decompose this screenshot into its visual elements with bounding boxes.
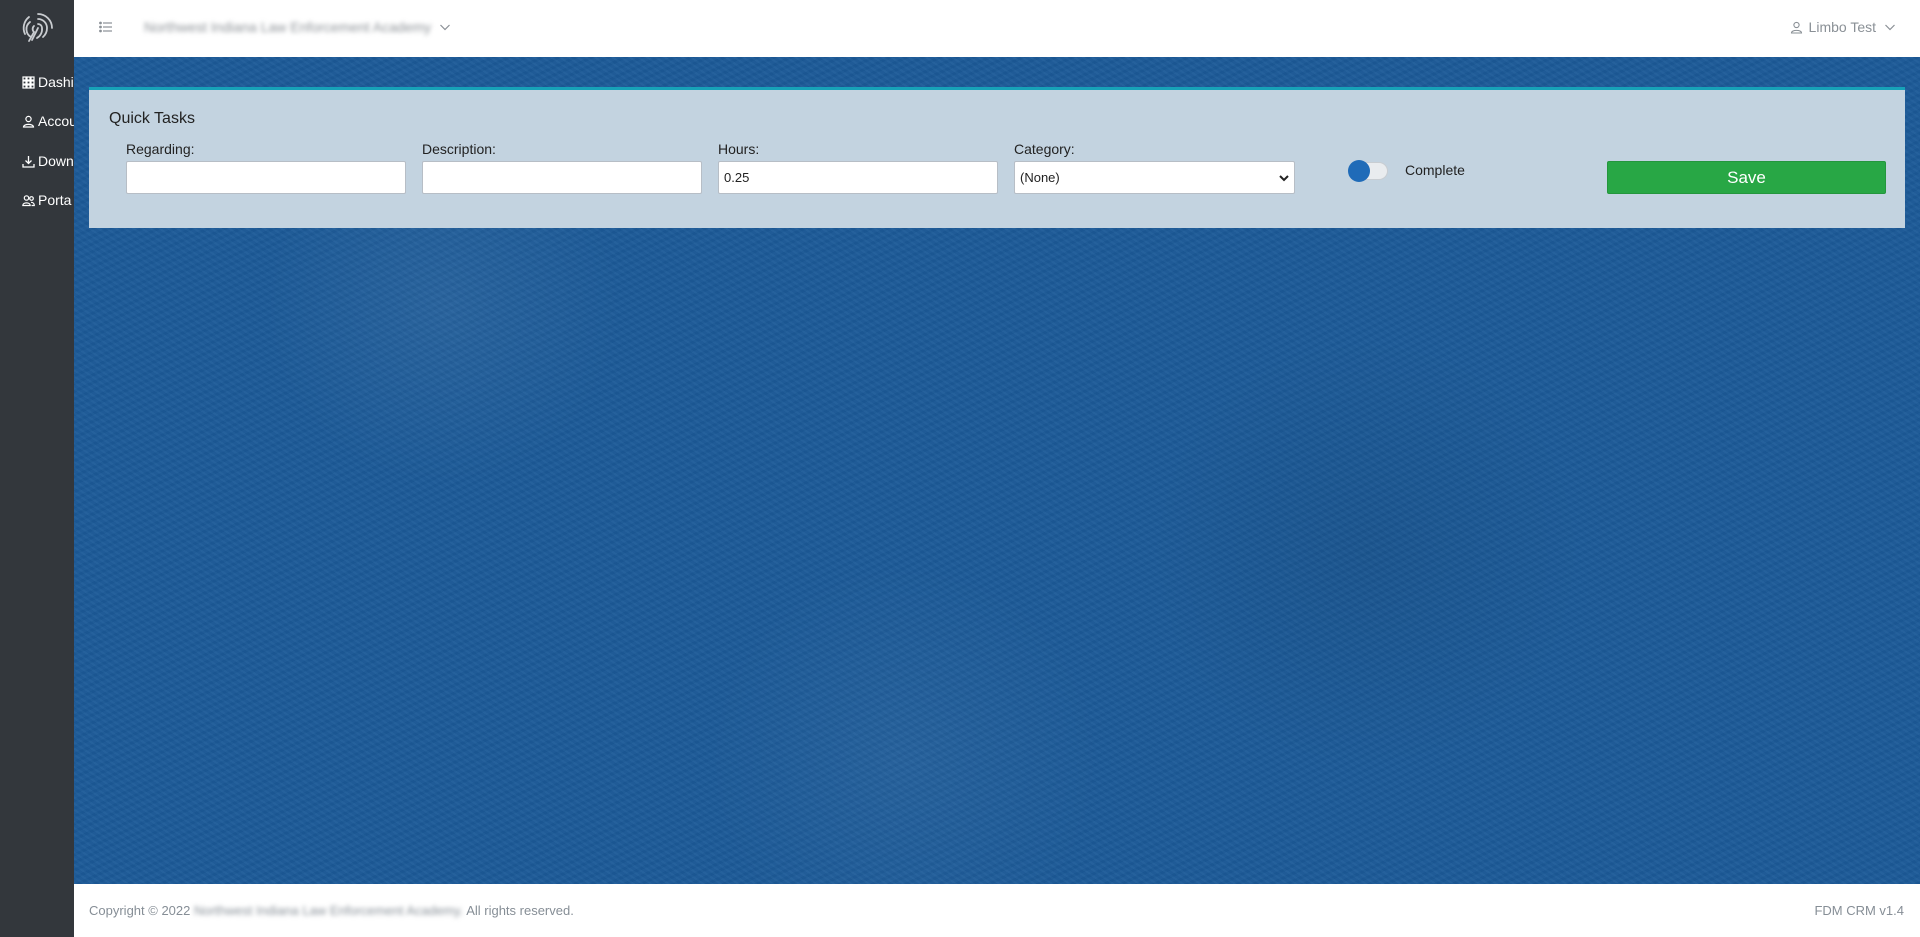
description-input[interactable]: [422, 161, 702, 194]
chevron-down-icon: [440, 24, 451, 31]
quick-tasks-panel: Quick Tasks Regarding: Description: Hour…: [89, 87, 1905, 228]
panel-title: Quick Tasks: [109, 110, 195, 127]
category-label: Category:: [1014, 141, 1075, 157]
main-content: Quick Tasks Regarding: Description: Hour…: [74, 57, 1920, 884]
menu-toggle-icon[interactable]: [98, 19, 114, 35]
sidebar-item-label: Accou: [38, 113, 74, 129]
chevron-down-icon: [1279, 175, 1289, 182]
sidebar-item-portal[interactable]: Porta: [22, 188, 71, 212]
fingerprint-icon[interactable]: [20, 10, 56, 46]
sidebar-item-label: Dashi: [38, 74, 74, 90]
organization-selector[interactable]: Northwest Indiana Law Enforcement Academ…: [144, 17, 451, 37]
complete-toggle[interactable]: [1348, 160, 1388, 182]
footer: Copyright © 2022 Northwest Indiana Law E…: [74, 884, 1920, 937]
user-name: Limbo Test: [1808, 19, 1876, 35]
download-icon: [22, 155, 35, 168]
copyright-text: Copyright © 2022 Northwest Indiana Law E…: [89, 903, 574, 918]
sidebar-item-label: Down: [38, 153, 74, 169]
hours-input[interactable]: [718, 161, 998, 194]
complete-label: Complete: [1405, 162, 1465, 178]
copyright-prefix: Copyright © 2022: [89, 903, 191, 918]
description-label: Description:: [422, 141, 496, 157]
top-bar: Northwest Indiana Law Enforcement Academ…: [74, 0, 1920, 57]
organization-name: Northwest Indiana Law Enforcement Academ…: [144, 19, 432, 35]
category-selected-value: (None): [1020, 170, 1060, 185]
sidebar-item-account[interactable]: Accou: [22, 109, 74, 133]
grid-icon: [22, 75, 35, 89]
regarding-label: Regarding:: [126, 141, 195, 157]
version-text: FDM CRM v1.4: [1814, 903, 1904, 918]
sidebar-item-dashboard[interactable]: Dashi: [22, 70, 74, 94]
user-icon: [22, 115, 35, 128]
category-select[interactable]: (None): [1014, 161, 1295, 194]
users-icon: [22, 194, 35, 206]
chevron-down-icon: [1885, 24, 1895, 31]
user-icon: [1790, 21, 1802, 34]
sidebar: Dashi Accou Down Porta: [0, 0, 74, 937]
user-menu[interactable]: Limbo Test: [1790, 17, 1896, 37]
rights-text: All rights reserved.: [466, 903, 574, 918]
toggle-knob: [1348, 160, 1370, 182]
sidebar-item-downloads[interactable]: Down: [22, 149, 74, 173]
sidebar-item-label: Porta: [38, 192, 72, 208]
save-button[interactable]: Save: [1607, 161, 1886, 194]
footer-organization: Northwest Indiana Law Enforcement Academ…: [193, 903, 464, 918]
regarding-input[interactable]: [126, 161, 406, 194]
hours-label: Hours:: [718, 141, 760, 157]
